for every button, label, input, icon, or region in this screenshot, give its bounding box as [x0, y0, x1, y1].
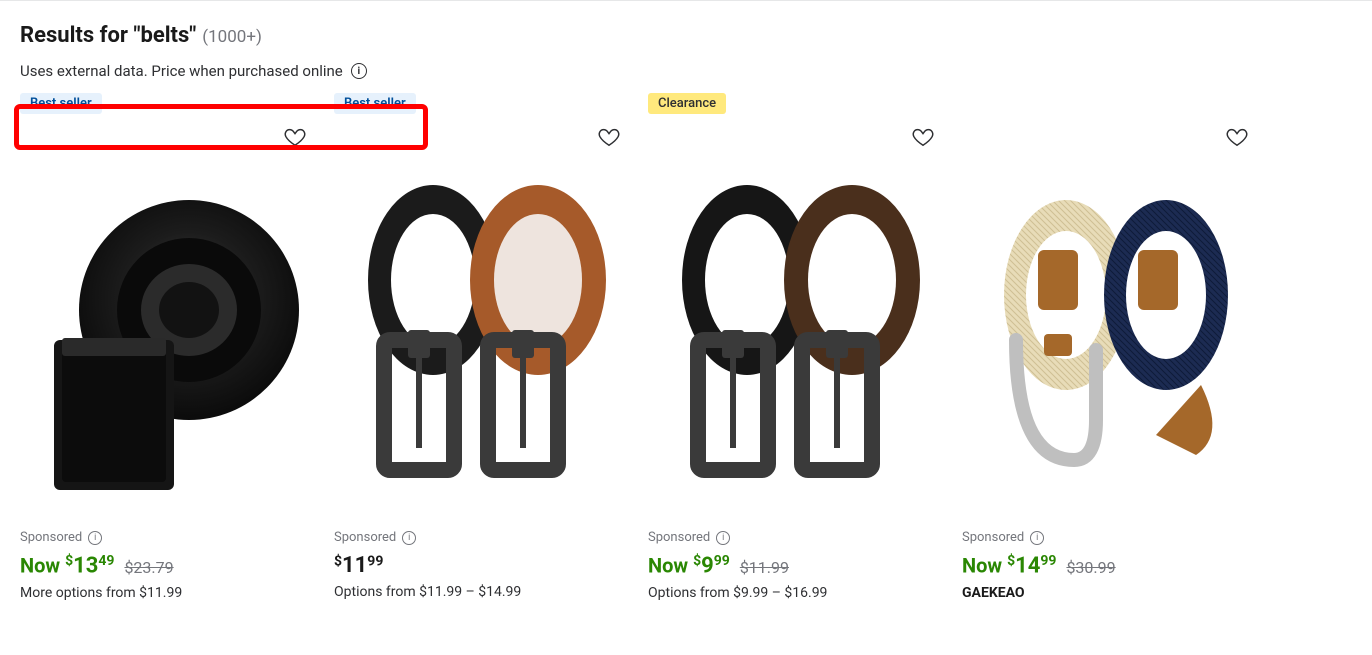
- product-card[interactable]: Clearance: [648, 92, 946, 601]
- bestseller-badge: Best seller: [20, 93, 102, 114]
- products-grid: Best seller: [20, 92, 1352, 601]
- options-text: Options from $11.99 – $14.99: [334, 584, 632, 600]
- heart-icon[interactable]: [1226, 126, 1250, 150]
- product-card[interactable]: Best seller: [20, 92, 318, 601]
- sponsored-row: Sponsored i: [334, 530, 632, 545]
- price-now: Now $1499: [962, 553, 1056, 579]
- price-now: Now $999: [648, 553, 730, 579]
- belt-image-classic-pair: [348, 130, 618, 500]
- info-icon[interactable]: i: [1030, 531, 1044, 545]
- info-icon[interactable]: i: [88, 531, 102, 545]
- sponsored-label: Sponsored: [962, 530, 1024, 545]
- data-notice-text: Uses external data. Price when purchased…: [20, 62, 343, 80]
- sponsored-row: Sponsored i: [962, 530, 1260, 545]
- results-title: Results for "belts": [20, 23, 196, 48]
- brand-name: GAEKEAO: [962, 585, 1260, 601]
- heart-icon[interactable]: [284, 126, 308, 150]
- price-strike: $11.99: [740, 558, 789, 577]
- price-strike: $30.99: [1066, 558, 1115, 577]
- sponsored-row: Sponsored i: [648, 530, 946, 545]
- sponsored-label: Sponsored: [648, 530, 710, 545]
- product-card[interactable]: Sponsored i Now $1499 $30.99 GAEKEAO: [962, 92, 1260, 601]
- data-notice-row: Uses external data. Price when purchased…: [20, 62, 1352, 80]
- options-text: More options from $11.99: [20, 585, 318, 601]
- info-icon[interactable]: i: [402, 531, 416, 545]
- info-icon[interactable]: i: [716, 531, 730, 545]
- sponsored-label: Sponsored: [20, 530, 82, 545]
- sponsored-label: Sponsored: [334, 530, 396, 545]
- belt-image-woven-pair: [976, 130, 1246, 500]
- product-card[interactable]: Best seller: [334, 92, 632, 601]
- price-strike: $23.79: [124, 558, 173, 577]
- options-text: Options from $9.99 – $16.99: [648, 585, 946, 601]
- product-image[interactable]: [648, 120, 946, 510]
- info-icon[interactable]: i: [351, 63, 367, 79]
- results-count: (1000+): [202, 27, 262, 47]
- bestseller-badge: Best seller: [334, 93, 416, 114]
- product-image[interactable]: [20, 120, 318, 510]
- heart-icon[interactable]: [912, 126, 936, 150]
- product-image[interactable]: [334, 120, 632, 510]
- belt-image-ratchet: [34, 130, 304, 500]
- results-header: Results for "belts" (1000+): [20, 23, 1352, 48]
- heart-icon[interactable]: [598, 126, 622, 150]
- clearance-badge: Clearance: [648, 93, 726, 114]
- price-now: Now $1349: [20, 553, 114, 579]
- results-prefix: Results for: [20, 23, 133, 48]
- results-query: "belts": [133, 23, 196, 48]
- product-image[interactable]: [962, 120, 1260, 510]
- belt-image-dark-pair: [662, 130, 932, 500]
- price: $1199: [334, 553, 383, 578]
- sponsored-row: Sponsored i: [20, 530, 318, 545]
